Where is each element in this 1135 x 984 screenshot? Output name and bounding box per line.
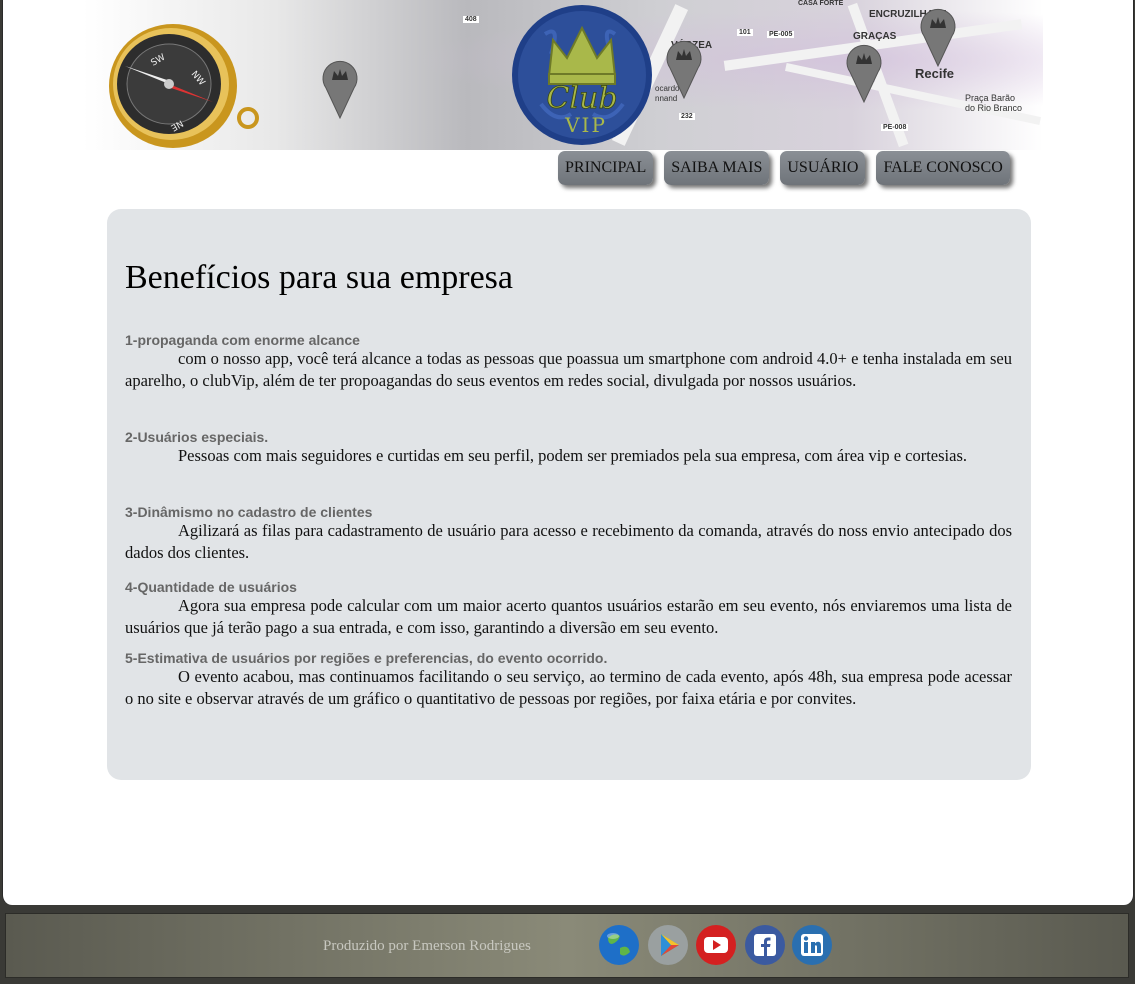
benefit-text: Pessoas com mais seguidores e curtidas e… <box>178 446 967 465</box>
globe-icon[interactable] <box>598 924 640 966</box>
map-label: 101 <box>737 29 753 36</box>
logo-text-vip: VIP <box>564 113 607 137</box>
map-label: PE-005 <box>767 31 795 38</box>
benefit-text: Agilizará as filas para cadastramento de… <box>125 521 1012 563</box>
map-pin-icon <box>322 60 358 120</box>
map-label: Recife <box>915 66 955 81</box>
map-label: 408 <box>463 16 479 23</box>
map-pin-icon <box>920 8 956 68</box>
benefit-heading: 4-Quantidade de usuários <box>125 579 297 595</box>
map-label: GRAÇAS <box>853 31 897 42</box>
benefit-text: com o nosso app, você terá alcance a tod… <box>125 349 1012 391</box>
page-title: Benefícios para sua empresa <box>125 259 513 296</box>
map-pin-icon <box>846 44 882 104</box>
map-label: do Rio Branco <box>965 103 1023 113</box>
map-label: 232 <box>679 113 695 120</box>
footer-credit: Produzido por Emerson Rodrigues <box>323 938 531 954</box>
club-vip-logo: Club VIP <box>512 5 652 145</box>
benefit-heading: 2-Usuários especiais. <box>125 429 269 445</box>
content-panel: Benefícios para sua empresa 1-propaganda… <box>107 209 1031 780</box>
main-nav: PRINCIPAL SAIBA MAIS USUÁRIO FALE CONOSC… <box>558 151 1010 185</box>
benefit-section: 5-Estimativa de usuários por regiões e p… <box>125 650 1012 711</box>
footer: Produzido por Emerson Rodrigues <box>5 913 1129 978</box>
benefit-heading: 3-Dinâmismo no cadastro de clientes <box>125 504 373 520</box>
benefit-section: 1-propaganda com enorme alcance com o no… <box>125 332 1012 393</box>
youtube-icon[interactable] <box>695 924 737 966</box>
compass-icon: SW NW NE <box>109 24 259 148</box>
linkedin-icon[interactable] <box>791 924 833 966</box>
header-banner: CASA FORTE ENCRUZILHADA GRAÇAS VÁRZEA Re… <box>83 0 1043 150</box>
benefit-text: Agora sua empresa pode calcular com um m… <box>125 596 1012 638</box>
benefit-heading: 5-Estimativa de usuários por regiões e p… <box>125 650 608 666</box>
nav-fale-conosco[interactable]: FALE CONOSCO <box>876 151 1010 185</box>
benefit-heading: 1-propaganda com enorme alcance <box>125 332 360 348</box>
nav-saiba-mais[interactable]: SAIBA MAIS <box>664 151 770 185</box>
map-label: PE-008 <box>881 124 909 131</box>
benefit-section: 2-Usuários especiais. Pessoas com mais s… <box>125 429 1012 467</box>
map-pin-icon <box>666 40 702 100</box>
logo-text-club: Club <box>546 81 617 116</box>
benefit-section: 3-Dinâmismo no cadastro de clientes Agil… <box>125 504 1012 565</box>
map-label: CASA FORTE <box>798 0 844 7</box>
nav-principal[interactable]: PRINCIPAL <box>558 151 654 185</box>
page-container: CASA FORTE ENCRUZILHADA GRAÇAS VÁRZEA Re… <box>2 0 1134 905</box>
benefit-section: 4-Quantidade de usuários Agora sua empre… <box>125 579 1012 640</box>
nav-usuario[interactable]: USUÁRIO <box>780 151 866 185</box>
google-play-icon[interactable] <box>647 924 689 966</box>
benefit-text: O evento acabou, mas continuamos facilit… <box>125 667 1012 709</box>
map-label: Praça Barão <box>965 93 1016 103</box>
facebook-icon[interactable] <box>744 924 786 966</box>
